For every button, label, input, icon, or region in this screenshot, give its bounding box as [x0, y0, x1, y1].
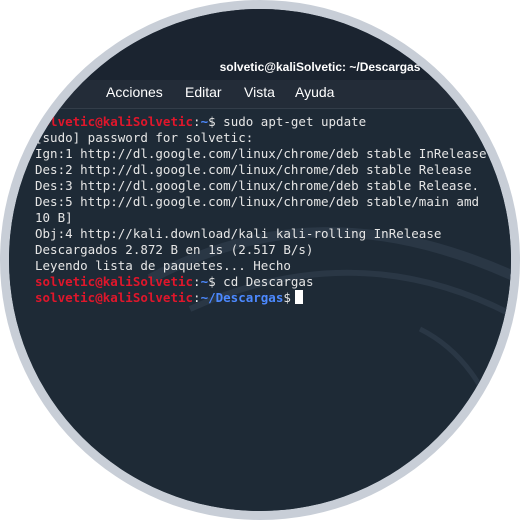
- terminal-line-prompt-current[interactable]: solvetic@kaliSolvetic:~/Descargas$: [35, 290, 303, 305]
- terminal-line-prompt-1: solvetic@kaliSolvetic:~$ sudo apt-get up…: [35, 114, 367, 129]
- title-bar[interactable]: solvetic@kaliSolvetic: ~/Descargas: [9, 9, 511, 80]
- window-title: solvetic@kaliSolvetic: ~/Descargas: [219, 60, 421, 74]
- terminal-line: [sudo] password for solvetic:: [35, 130, 254, 145]
- text-cursor: [294, 290, 303, 304]
- menu-editar[interactable]: Editar: [185, 84, 222, 100]
- menu-acciones[interactable]: Acciones: [106, 84, 163, 100]
- terminal-line: Ign:1 http://dl.google.com/linux/chrome/…: [35, 146, 487, 161]
- menu-archivo[interactable]: vo: [38, 84, 53, 100]
- menu-vista[interactable]: Vista: [244, 84, 275, 100]
- terminal-line: Obj:4 http://kali.download/kali kali-rol…: [35, 226, 442, 241]
- terminal-line: 10 B]: [35, 210, 73, 225]
- terminal-line-prompt-cd: solvetic@kaliSolvetic:~$ cd Descargas: [35, 274, 314, 289]
- terminal-line: Des:5 http://dl.google.com/linux/chrome/…: [35, 194, 480, 209]
- menu-ayuda[interactable]: Ayuda: [295, 84, 334, 100]
- terminal-line: Des:2 http://dl.google.com/linux/chrome/…: [35, 162, 472, 177]
- terminal-line: Descargados 2.872 B en 1s (2.517 B/s): [35, 242, 314, 257]
- terminal-line: Leyendo lista de paquetes... Hecho: [35, 258, 291, 273]
- terminal-line: Des:3 http://dl.google.com/linux/chrome/…: [35, 178, 480, 193]
